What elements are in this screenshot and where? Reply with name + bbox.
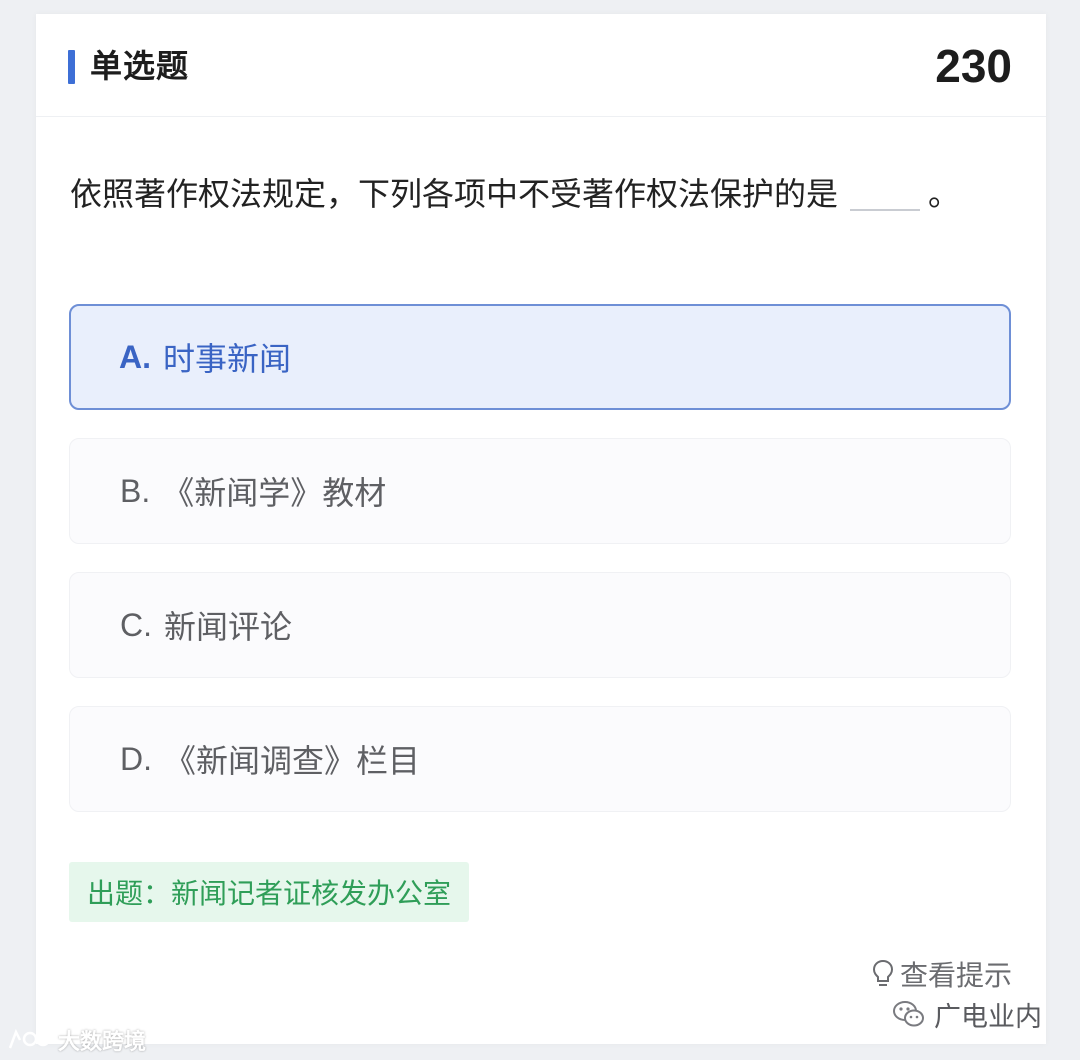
option-letter: B. — [120, 472, 151, 509]
watermark-brand-name: 大数跨境 — [58, 1030, 147, 1055]
option-label: 时事新闻 — [163, 340, 292, 378]
option-label: 新闻评论 — [164, 608, 293, 646]
option-b-content: B. 《新闻学》教材 — [120, 439, 386, 543]
watermark-account: 广电业内 — [892, 994, 1042, 1034]
card-header: 单选题 230 — [36, 14, 1046, 117]
lightbulb-icon — [872, 959, 893, 986]
question-text: 依照著作权法规定，下列各项中不受著作权法保护的是 。 — [70, 172, 960, 216]
option-a-content: A. 时事新闻 — [119, 306, 291, 408]
option-letter: D. — [120, 740, 152, 777]
watermark-account-name: 广电业内 — [934, 1001, 1042, 1033]
logo-icon — [8, 1028, 51, 1049]
question-stem: 依照著作权法规定，下列各项中不受著作权法保护的是 — [70, 175, 839, 213]
question-type-title: 单选题 — [90, 47, 190, 85]
option-b[interactable]: B. 《新闻学》教材 — [69, 438, 1011, 544]
watermark-brand: 大数跨境 — [6, 1024, 146, 1056]
title-accent-bar — [68, 50, 75, 84]
wechat-icon — [893, 1001, 924, 1027]
question-end-mark: 。 — [928, 175, 961, 213]
option-label: 《新闻学》教材 — [162, 474, 387, 512]
option-c[interactable]: C. 新闻评论 — [69, 572, 1011, 678]
question-source-badge: 出题：新闻记者证核发办公室 — [69, 862, 470, 922]
question-card: 单选题 230 依照著作权法规定，下列各项中不受著作权法保护的是 。 A. 时事新… — [36, 14, 1046, 1044]
option-letter: A. — [119, 338, 151, 375]
option-c-content: C. 新闻评论 — [120, 573, 292, 677]
question-number: 230 — [935, 40, 1012, 92]
option-d-content: D. 《新闻调查》栏目 — [120, 707, 420, 811]
option-a[interactable]: A. 时事新闻 — [69, 304, 1011, 410]
option-d[interactable]: D. 《新闻调查》栏目 — [69, 706, 1011, 812]
option-letter: C. — [120, 606, 152, 643]
option-label: 《新闻调查》栏目 — [164, 742, 421, 780]
hint-label: 查看提示 — [899, 959, 1012, 992]
answer-blank — [850, 209, 921, 211]
view-hint-button[interactable]: 查看提示 — [872, 952, 1012, 996]
